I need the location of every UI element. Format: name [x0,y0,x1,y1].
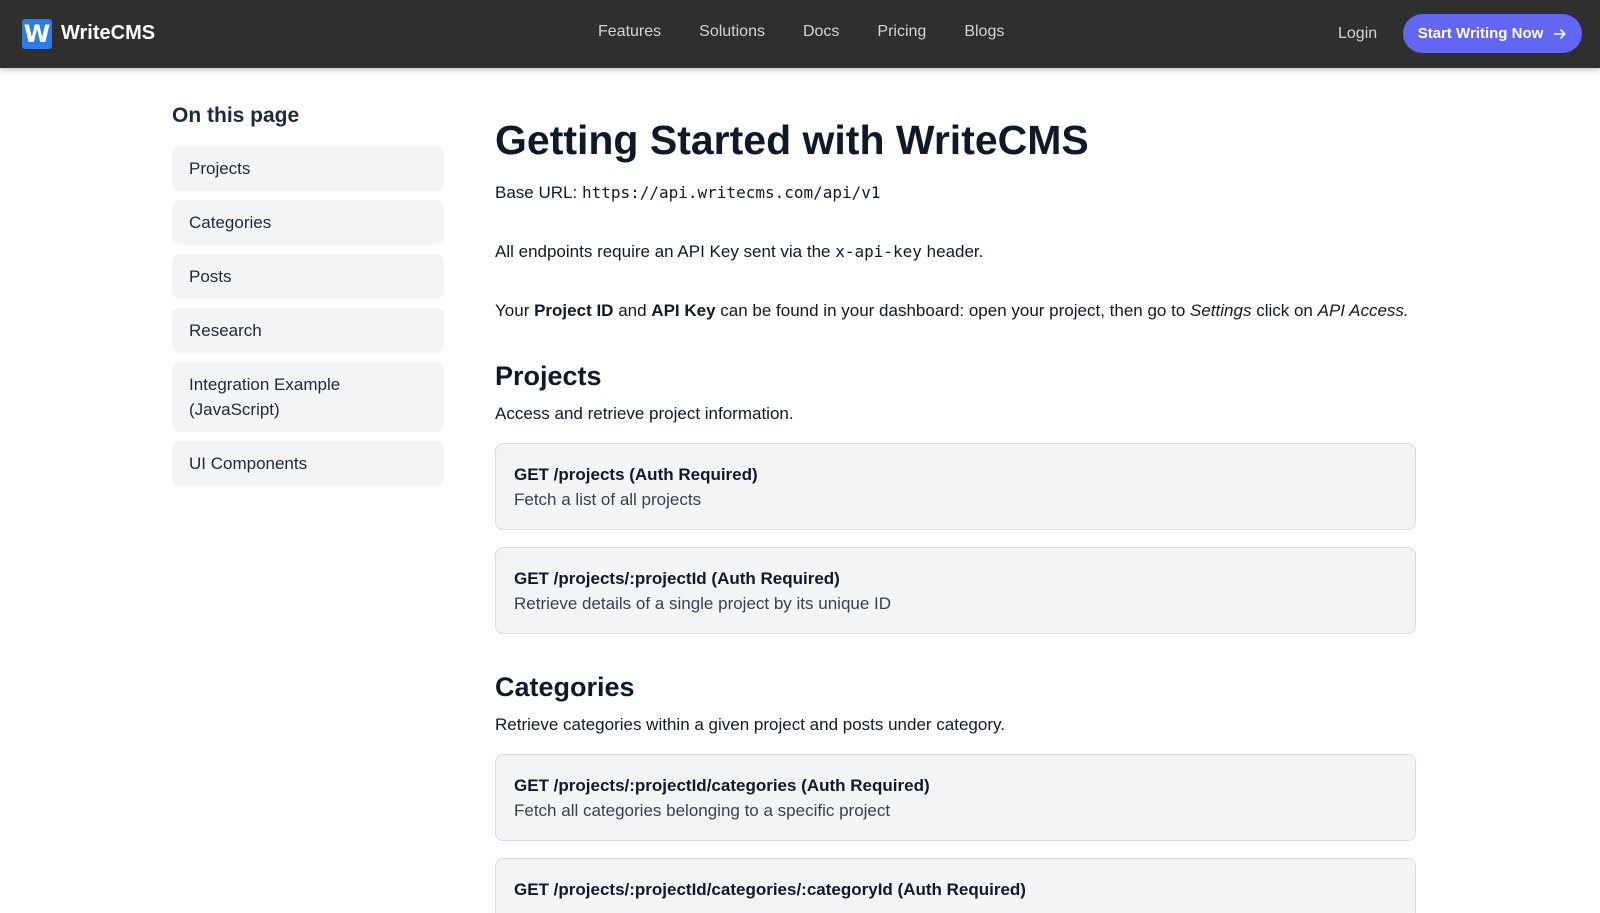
endpoint-card: GET /projects (Auth Required) Fetch a li… [495,443,1416,530]
endpoint-card: GET /projects/:projectId (Auth Required)… [495,547,1416,634]
keys-note-text: can be found in your dashboard: open you… [720,301,1186,320]
endpoint-card: GET /projects/:projectId/categories/:cat… [495,858,1416,913]
endpoint-card: GET /projects/:projectId/categories (Aut… [495,754,1416,841]
nav-link-features[interactable]: Features [598,23,661,41]
brand-logo-icon: W [22,18,52,49]
toc-title: On this page [172,104,300,127]
endpoint-title: GET /projects/:projectId (Auth Required) [514,569,840,588]
section-description-categories: Retrieve categories within a given proje… [495,715,1005,734]
toc-item-projects[interactable]: Projects [172,146,444,191]
section-description-projects: Access and retrieve project information. [495,404,794,423]
auth-note-suffix: header. [926,242,984,261]
top-navbar: W WriteCMS Features Solutions Docs Prici… [0,0,1600,68]
nav-link-solutions[interactable]: Solutions [699,23,765,41]
endpoint-description: Fetch all categories belonging to a spec… [514,801,891,820]
nav-link-docs[interactable]: Docs [803,23,839,41]
start-writing-button[interactable]: Start Writing Now [1403,14,1582,53]
endpoint-title: GET /projects/:projectId/categories (Aut… [514,776,930,795]
keys-note-click: click on [1256,301,1313,320]
page-title: Getting Started with WriteCMS [495,117,1089,163]
auth-header-code: x-api-key [835,242,922,261]
base-url-value: https://api.writecms.com/api/v1 [581,183,881,202]
toc-item-posts[interactable]: Posts [172,254,444,299]
keys-note: Your Project ID and API Key can be found… [495,298,1416,323]
auth-note: All endpoints require an API Key sent vi… [495,239,1416,264]
section-heading-projects: Projects [495,361,602,391]
endpoint-description: Retrieve details of a single project by … [514,594,892,613]
nav-link-blogs[interactable]: Blogs [964,23,1004,41]
nav-links: Features Solutions Docs Pricing Blogs [598,23,1042,41]
keys-note-api-access: API Access. [1317,301,1409,320]
keys-note-your: Your [495,301,530,320]
login-link[interactable]: Login [1338,25,1377,43]
toc-item-research[interactable]: Research [172,308,444,353]
nav-link-pricing[interactable]: Pricing [877,23,926,41]
arrow-right-icon [1554,28,1566,39]
auth-note-text: All endpoints require an API Key sent vi… [495,242,831,261]
endpoint-title: GET /projects (Auth Required) [514,465,758,484]
main-content: Getting Started with WriteCMS Base URL: … [495,112,1416,913]
endpoint-description: Fetch a list of all projects [514,490,702,509]
base-url-label: Base URL: [495,183,578,202]
brand-name: WriteCMS [61,22,156,44]
start-writing-label: Start Writing Now [1417,25,1544,42]
keys-note-and: and [618,301,647,320]
toc-item-integration-example[interactable]: Integration Example (JavaScript) [172,362,444,432]
toc-item-ui-components[interactable]: UI Components [172,441,444,486]
toc-sidebar: On this page Projects Categories Posts R… [172,104,444,495]
keys-note-api-key: API Key [651,301,716,320]
section-heading-categories: Categories [495,672,635,702]
endpoint-title: GET /projects/:projectId/categories/:cat… [514,880,1026,899]
keys-note-settings: Settings [1190,301,1252,320]
keys-note-project-id: Project ID [534,301,614,320]
brand[interactable]: W WriteCMS [22,18,155,49]
base-url-line: Base URL: https://api.writecms.com/api/v… [495,180,1416,205]
toc-item-categories[interactable]: Categories [172,200,444,245]
